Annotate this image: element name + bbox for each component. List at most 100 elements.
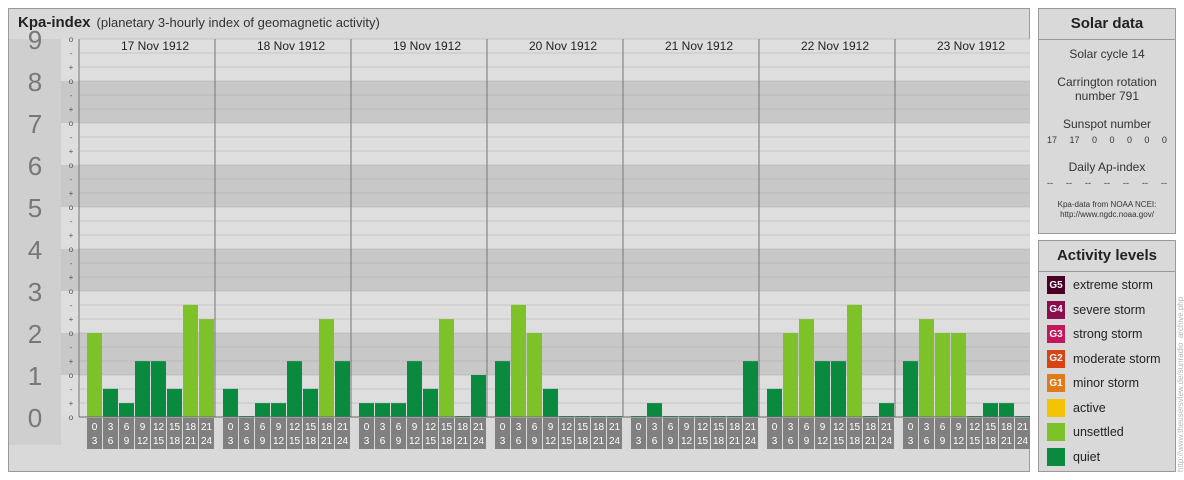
- interval-end-label: 15: [833, 436, 845, 447]
- interval-end-label: 15: [969, 436, 981, 447]
- activity-swatch: G4: [1047, 300, 1065, 319]
- interval-start-label: 12: [969, 422, 981, 433]
- y-subtick-label: -: [70, 301, 73, 310]
- y-subtick-label: +: [69, 231, 74, 240]
- interval-start-label: 18: [321, 422, 333, 433]
- y-subtick-label: o: [69, 203, 74, 212]
- interval-start-label: 15: [577, 422, 589, 433]
- interval-start-label: 21: [881, 422, 893, 433]
- kp-bar: [879, 403, 894, 417]
- ap-title: Daily Ap-index: [1068, 160, 1146, 174]
- interval-end-label: 9: [532, 436, 538, 447]
- solar-cycle: Solar cycle 14: [1069, 47, 1145, 61]
- kp-bar: [151, 361, 166, 417]
- interval-start-label: 6: [532, 422, 538, 433]
- interval-start-label: 18: [865, 422, 877, 433]
- interval-end-label: 3: [636, 436, 642, 447]
- kp-bar: [87, 333, 102, 417]
- carrington-number: number 791: [1074, 89, 1140, 103]
- interval-end-label: 15: [561, 436, 573, 447]
- ap-value: --: [1104, 178, 1110, 188]
- interval-start-label: 0: [500, 422, 506, 433]
- interval-start-label: 9: [412, 422, 418, 433]
- kp-band: [9, 123, 1030, 165]
- kp-bar: [471, 375, 486, 417]
- interval-end-label: 9: [124, 436, 130, 447]
- interval-end-label: 6: [380, 436, 386, 447]
- interval-end-label: 21: [185, 436, 197, 447]
- interval-end-label: 21: [865, 436, 877, 447]
- kp-bar: [439, 319, 454, 417]
- interval-start-label: 15: [169, 422, 181, 433]
- interval-end-label: 18: [577, 436, 589, 447]
- source-url: http://www.ngdc.noaa.gov/: [1060, 210, 1154, 219]
- activity-levels-title: Activity levels: [1039, 241, 1175, 272]
- interval-end-label: 6: [652, 436, 658, 447]
- y-subtick-label: o: [69, 245, 74, 254]
- kp-bar: [847, 304, 862, 417]
- kp-bar: [119, 403, 134, 417]
- activity-level-extreme-storm: G5 extreme storm: [1047, 276, 1153, 294]
- y-tick-label: 6: [28, 151, 42, 181]
- interval-start-label: 21: [609, 422, 621, 433]
- interval-start-label: 3: [380, 422, 386, 433]
- interval-start-label: 9: [140, 422, 146, 433]
- interval-end-label: 9: [260, 436, 266, 447]
- interval-start-label: 15: [441, 422, 453, 433]
- kp-bar: [359, 403, 374, 417]
- interval-end-label: 6: [108, 436, 114, 447]
- interval-start-label: 12: [425, 422, 437, 433]
- kp-bar: [903, 361, 918, 417]
- interval-end-label: 6: [788, 436, 794, 447]
- interval-end-label: 24: [473, 436, 485, 447]
- y-subtick-label: o: [69, 287, 74, 296]
- interval-start-label: 15: [713, 422, 725, 433]
- interval-end-label: 24: [1017, 436, 1029, 447]
- kp-bar: [103, 388, 118, 417]
- y-tick-label: 7: [28, 109, 42, 139]
- interval-end-label: 12: [817, 436, 829, 447]
- interval-end-label: 21: [729, 436, 741, 447]
- interval-end-label: 18: [713, 436, 725, 447]
- sunspot-value: 0: [1091, 135, 1097, 145]
- kpa-bar-chart: 0123456789o-+o-+o-+o-+o-+o-+o-+o-+o-+o17…: [9, 25, 1030, 449]
- y-tick-label: 0: [28, 403, 42, 433]
- interval-end-label: 18: [441, 436, 453, 447]
- kp-band: [9, 165, 1030, 207]
- interval-end-label: 24: [745, 436, 757, 447]
- interval-start-label: 6: [668, 422, 674, 433]
- interval-start-label: 3: [924, 422, 930, 433]
- interval-start-label: 21: [201, 422, 213, 433]
- interval-end-label: 12: [545, 436, 557, 447]
- interval-start-label: 18: [729, 422, 741, 433]
- sunspot-value: 0: [1126, 135, 1132, 145]
- kp-bar: [983, 403, 998, 417]
- kp-bar: [391, 403, 406, 417]
- interval-start-label: 12: [697, 422, 709, 433]
- interval-start-label: 0: [364, 422, 370, 433]
- interval-end-label: 6: [244, 436, 250, 447]
- interval-end-label: 15: [289, 436, 301, 447]
- interval-end-label: 15: [425, 436, 437, 447]
- interval-end-label: 18: [169, 436, 181, 447]
- interval-start-label: 9: [820, 422, 826, 433]
- kpa-chart-panel: 0 1 2 3 4 5 6 7 8 9 o - + o - + o - + o - + o - + o - + o - + o - + o - + o 17…: [8, 8, 1030, 472]
- activity-swatch: G1: [1047, 374, 1065, 392]
- interval-start-label: 6: [260, 422, 266, 433]
- carrington-label: Carrington rotation: [1057, 75, 1157, 89]
- activity-swatch: G2: [1047, 349, 1065, 368]
- interval-start-label: 3: [244, 422, 250, 433]
- day-label: 23 Nov 1912: [937, 39, 1005, 53]
- ap-value: --: [1142, 178, 1148, 188]
- kp-bar: [303, 388, 318, 417]
- kp-bar: [815, 361, 830, 417]
- kp-bar: [511, 304, 526, 417]
- interval-start-label: 3: [788, 422, 794, 433]
- kp-bar: [167, 388, 182, 417]
- ap-values: -- -- -- -- -- -- --: [1039, 178, 1175, 188]
- interval-start-label: 0: [228, 422, 234, 433]
- interval-start-label: 3: [108, 422, 114, 433]
- interval-end-label: 21: [321, 436, 333, 447]
- activity-level-severe-storm: G4 severe storm: [1047, 300, 1145, 319]
- interval-start-label: 9: [276, 422, 282, 433]
